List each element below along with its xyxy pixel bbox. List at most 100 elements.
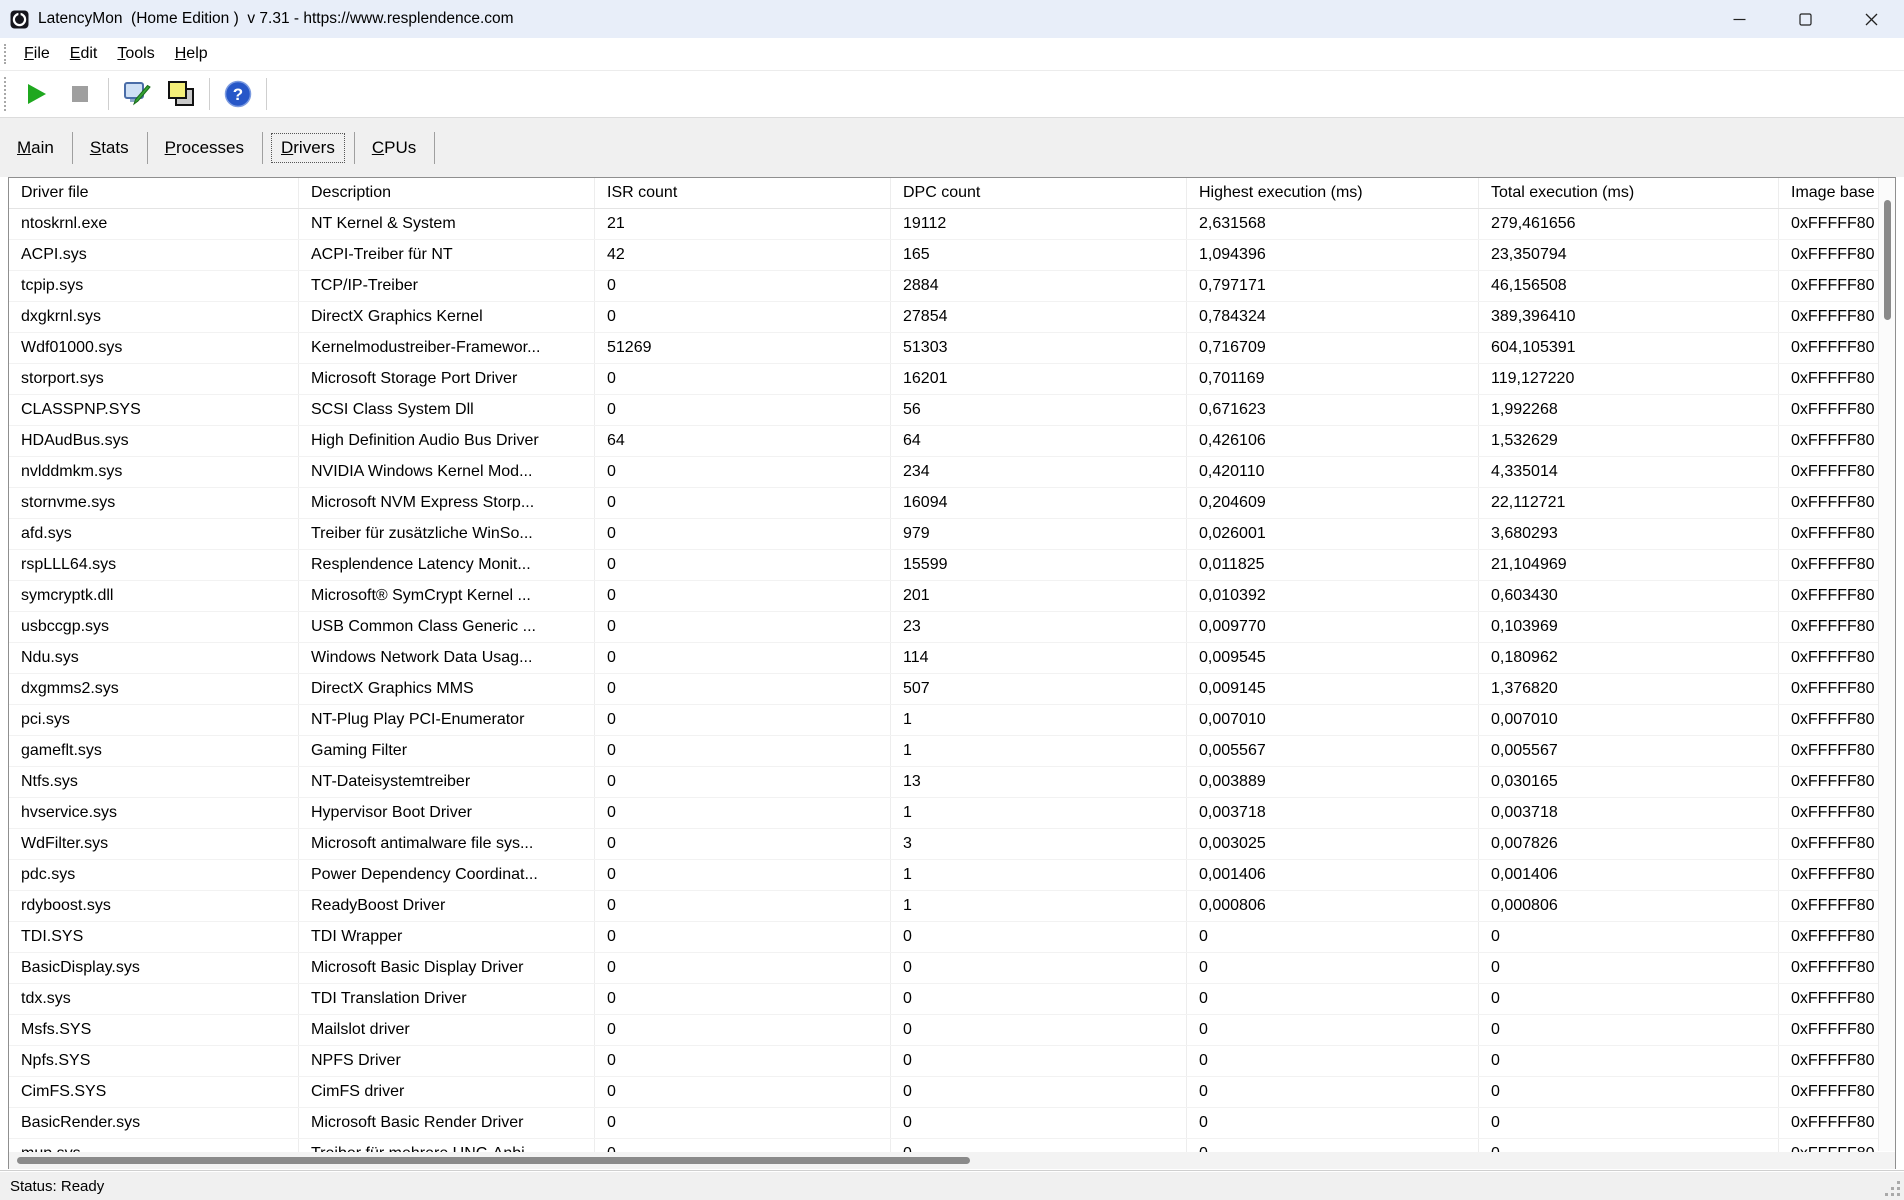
cell-description: SCSI Class System Dll <box>299 395 595 425</box>
table-row[interactable]: mup.sys Treiber für mehrere UNC-Anbi... … <box>9 1139 1878 1153</box>
menu-help[interactable]: Help <box>165 41 218 67</box>
edit-report-button[interactable] <box>115 75 159 113</box>
column-header-highest-execution[interactable]: Highest execution (ms) <box>1187 178 1479 208</box>
play-button[interactable] <box>14 75 58 113</box>
toolbar-gripper[interactable] <box>4 77 6 111</box>
table-row[interactable]: dxgmms2.sys DirectX Graphics MMS 0 507 0… <box>9 674 1878 705</box>
tab-main[interactable]: Main <box>8 134 63 162</box>
table-row[interactable]: usbccgp.sys USB Common Class Generic ...… <box>9 612 1878 643</box>
cell-isr-count: 0 <box>595 1046 891 1076</box>
table-row[interactable]: Msfs.SYS Mailslot driver 0 0 0 0 0xFFFFF… <box>9 1015 1878 1046</box>
cell-dpc-count: 0 <box>891 922 1187 952</box>
maximize-button[interactable] <box>1772 0 1838 38</box>
column-header-total-execution[interactable]: Total execution (ms) <box>1479 178 1779 208</box>
column-header-driver-file[interactable]: Driver file <box>9 178 299 208</box>
vertical-scrollbar[interactable] <box>1878 178 1895 1151</box>
table-row[interactable]: storport.sys Microsoft Storage Port Driv… <box>9 364 1878 395</box>
tab-cpus[interactable]: CPUs <box>363 134 425 162</box>
minimize-icon <box>1733 18 1745 20</box>
cell-isr-count: 0 <box>595 953 891 983</box>
cell-highest-execution: 0,797171 <box>1187 271 1479 301</box>
cell-total-execution: 21,104969 <box>1479 550 1779 580</box>
table-row[interactable]: pdc.sys Power Dependency Coordinat... 0 … <box>9 860 1878 891</box>
table-row[interactable]: Ntfs.sys NT-Dateisystemtreiber 0 13 0,00… <box>9 767 1878 798</box>
table-row[interactable]: hvservice.sys Hypervisor Boot Driver 0 1… <box>9 798 1878 829</box>
window-copy-button[interactable] <box>159 75 203 113</box>
tab-processes[interactable]: Processes <box>156 134 253 162</box>
horizontal-scrollbar-thumb[interactable] <box>17 1157 970 1164</box>
column-header-image-base[interactable]: Image base <box>1779 178 1878 208</box>
table-row[interactable]: WdFilter.sys Microsoft antimalware file … <box>9 829 1878 860</box>
resize-grip[interactable] <box>1885 1181 1901 1197</box>
cell-total-execution: 0,005567 <box>1479 736 1779 766</box>
table-row[interactable]: tcpip.sys TCP/IP-Treiber 0 2884 0,797171… <box>9 271 1878 302</box>
menu-gripper[interactable] <box>4 44 6 64</box>
horizontal-scrollbar[interactable] <box>9 1152 1895 1169</box>
menu-edit[interactable]: Edit <box>60 41 108 67</box>
column-header-isr-count[interactable]: ISR count <box>595 178 891 208</box>
menu-tools[interactable]: Tools <box>107 41 164 67</box>
cell-highest-execution: 0 <box>1187 1046 1479 1076</box>
table-row[interactable]: Wdf01000.sys Kernelmodustreiber-Framewor… <box>9 333 1878 364</box>
cell-description: NVIDIA Windows Kernel Mod... <box>299 457 595 487</box>
table-row[interactable]: CLASSPNP.SYS SCSI Class System Dll 0 56 … <box>9 395 1878 426</box>
cell-description: Microsoft Basic Display Driver <box>299 953 595 983</box>
table-row[interactable]: ntoskrnl.exe NT Kernel & System 21 19112… <box>9 209 1878 240</box>
title-bar[interactable]: LatencyMon (Home Edition ) v 7.31 - http… <box>0 0 1904 38</box>
table-row[interactable]: TDI.SYS TDI Wrapper 0 0 0 0 0xFFFFF80 <box>9 922 1878 953</box>
cell-isr-count: 0 <box>595 984 891 1014</box>
cell-dpc-count: 165 <box>891 240 1187 270</box>
table-row[interactable]: gameflt.sys Gaming Filter 0 1 0,005567 0… <box>9 736 1878 767</box>
cell-highest-execution: 0,671623 <box>1187 395 1479 425</box>
cell-driver-file: HDAudBus.sys <box>9 426 299 456</box>
cell-dpc-count: 2884 <box>891 271 1187 301</box>
cell-dpc-count: 56 <box>891 395 1187 425</box>
menu-file[interactable]: File <box>14 41 60 67</box>
cell-description: Microsoft Storage Port Driver <box>299 364 595 394</box>
table-row[interactable]: nvlddmkm.sys NVIDIA Windows Kernel Mod..… <box>9 457 1878 488</box>
cell-driver-file: afd.sys <box>9 519 299 549</box>
vertical-scrollbar-thumb[interactable] <box>1884 200 1891 320</box>
table-row[interactable]: BasicDisplay.sys Microsoft Basic Display… <box>9 953 1878 984</box>
drivers-table: Driver file Description ISR count DPC co… <box>8 177 1896 1169</box>
tab-drivers[interactable]: Drivers <box>270 132 345 163</box>
table-row[interactable]: ACPI.sys ACPI-Treiber für NT 42 165 1,09… <box>9 240 1878 271</box>
cell-highest-execution: 2,631568 <box>1187 209 1479 239</box>
cell-total-execution: 0,103969 <box>1479 612 1779 642</box>
tab-stats[interactable]: Stats <box>81 134 138 162</box>
cell-description: Treiber für zusätzliche WinSo... <box>299 519 595 549</box>
table-row[interactable]: HDAudBus.sys High Definition Audio Bus D… <box>9 426 1878 457</box>
column-header-dpc-count[interactable]: DPC count <box>891 178 1187 208</box>
table-row[interactable]: CimFS.SYS CimFS driver 0 0 0 0 0xFFFFF80 <box>9 1077 1878 1108</box>
cell-total-execution: 0 <box>1479 1108 1779 1138</box>
table-row[interactable]: pci.sys NT-Plug Play PCI-Enumerator 0 1 … <box>9 705 1878 736</box>
table-row[interactable]: afd.sys Treiber für zusätzliche WinSo...… <box>9 519 1878 550</box>
cell-driver-file: ACPI.sys <box>9 240 299 270</box>
cell-image-base: 0xFFFFF80 <box>1791 525 1875 542</box>
table-row[interactable]: Ndu.sys Windows Network Data Usag... 0 1… <box>9 643 1878 674</box>
table-header: Driver file Description ISR count DPC co… <box>9 178 1878 209</box>
cell-description: Power Dependency Coordinat... <box>299 860 595 890</box>
table-row[interactable]: dxgkrnl.sys DirectX Graphics Kernel 0 27… <box>9 302 1878 333</box>
table-row[interactable]: stornvme.sys Microsoft NVM Express Storp… <box>9 488 1878 519</box>
table-row[interactable]: rspLLL64.sys Resplendence Latency Monit.… <box>9 550 1878 581</box>
table-row[interactable]: Npfs.SYS NPFS Driver 0 0 0 0 0xFFFFF80 <box>9 1046 1878 1077</box>
cell-dpc-count: 979 <box>891 519 1187 549</box>
cell-total-execution: 279,461656 <box>1479 209 1779 239</box>
cell-image-base: 0xFFFFF80 <box>1791 339 1875 356</box>
cell-description: NT Kernel & System <box>299 209 595 239</box>
toolbar: ? <box>0 71 1904 118</box>
minimize-button[interactable] <box>1706 0 1772 38</box>
table-row[interactable]: tdx.sys TDI Translation Driver 0 0 0 0 0… <box>9 984 1878 1015</box>
cell-description: Resplendence Latency Monit... <box>299 550 595 580</box>
cell-total-execution: 0,180962 <box>1479 643 1779 673</box>
column-header-description[interactable]: Description <box>299 178 595 208</box>
table-row[interactable]: BasicRender.sys Microsoft Basic Render D… <box>9 1108 1878 1139</box>
table-row[interactable]: rdyboost.sys ReadyBoost Driver 0 1 0,000… <box>9 891 1878 922</box>
stop-button[interactable] <box>58 75 102 113</box>
cell-description: NT-Dateisystemtreiber <box>299 767 595 797</box>
close-button[interactable] <box>1838 0 1904 38</box>
help-button[interactable]: ? <box>216 75 260 113</box>
table-row[interactable]: symcryptk.dll Microsoft® SymCrypt Kernel… <box>9 581 1878 612</box>
cell-dpc-count: 0 <box>891 953 1187 983</box>
